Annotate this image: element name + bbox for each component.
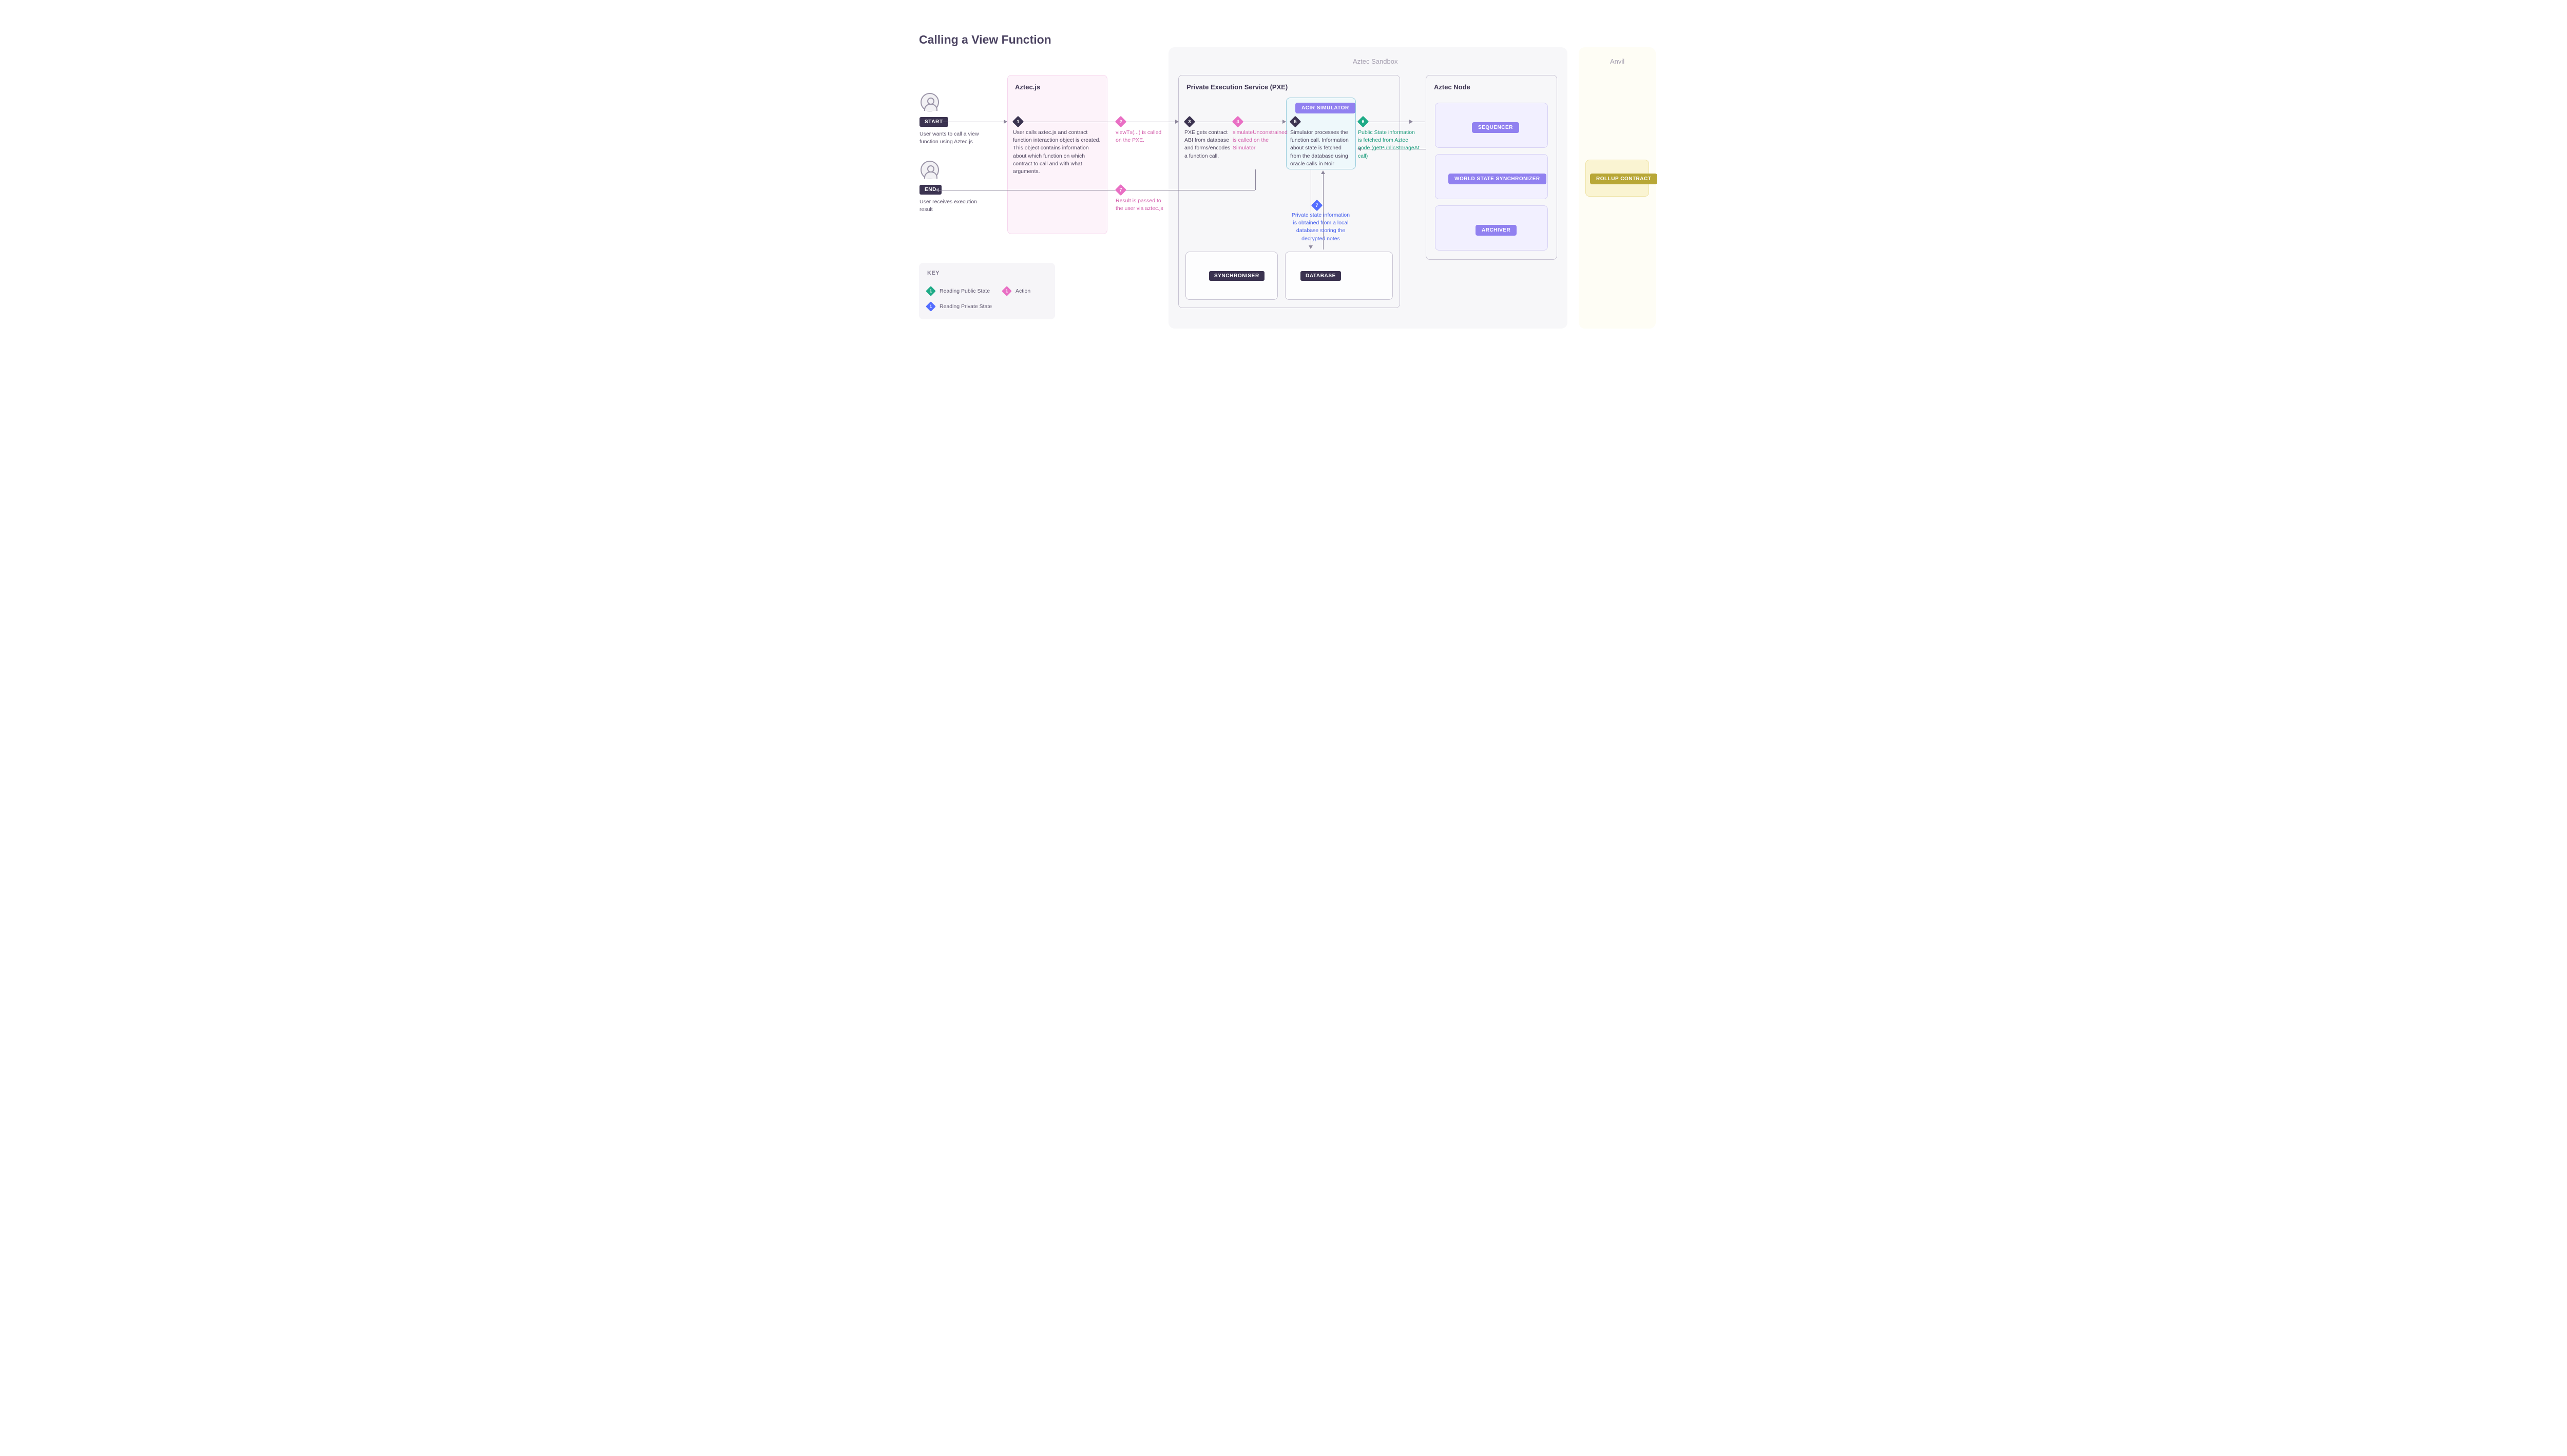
database-badge: DATABASE xyxy=(1300,271,1341,281)
rollup-badge: ROLLUP CONTRACT xyxy=(1590,174,1657,184)
step-4-text: simulateUnconstrained is called on the S… xyxy=(1233,129,1284,152)
legend-public-icon: 1 xyxy=(926,286,936,296)
arrowhead-start-1 xyxy=(1004,120,1007,124)
legend-private-icon: 1 xyxy=(926,301,936,312)
step-8-text: Result is passed to the user via aztec.j… xyxy=(1116,197,1167,213)
legend-action-icon: 1 xyxy=(1002,286,1012,296)
anvil-label: Anvil xyxy=(1610,58,1624,65)
step-2-text: viewTx(...) is called on the PXE. xyxy=(1116,129,1167,144)
arrowhead-return xyxy=(935,188,939,192)
diagram-title: Calling a View Function xyxy=(919,33,1051,47)
step-5-text: Simulator processes the function call. I… xyxy=(1290,129,1352,168)
step-3-text: PXE gets contract ABI from database and … xyxy=(1184,129,1232,160)
arrowhead-1-3 xyxy=(1175,120,1179,124)
start-caption: User wants to call a view function using… xyxy=(919,130,991,146)
step-2-marker: 2 xyxy=(1115,116,1127,128)
sandbox-label: Aztec Sandbox xyxy=(1353,58,1397,65)
synchroniser-badge: SYNCHRONISER xyxy=(1209,271,1265,281)
end-caption: User receives execution result xyxy=(919,198,991,214)
legend-action-label: Action xyxy=(1016,288,1030,294)
step-1-text: User calls aztec.js and contract functio… xyxy=(1013,129,1101,176)
arrowhead-5-6 xyxy=(1409,120,1413,124)
step-6-text: Public State information is fetched from… xyxy=(1358,129,1420,160)
diagram-canvas: Calling a View Function Aztec Sandbox An… xyxy=(880,0,1687,339)
acir-badge: ACIR SIMULATOR xyxy=(1295,103,1355,113)
pxe-title: Private Execution Service (PXE) xyxy=(1186,83,1288,91)
step-8-marker: 7 xyxy=(1115,184,1127,196)
user-start-icon xyxy=(921,93,939,111)
step-7-text: Private state information is obtained fr… xyxy=(1291,212,1350,243)
node-title: Aztec Node xyxy=(1434,83,1470,91)
user-end-icon xyxy=(921,161,939,179)
legend-private-label: Reading Private State xyxy=(940,303,992,310)
arrowhead-7-down xyxy=(1309,245,1313,249)
legend-public-label: Reading Public State xyxy=(940,288,990,294)
arrowhead-3-5 xyxy=(1282,120,1286,124)
wss-badge: WORLD STATE SYNCHRONIZER xyxy=(1448,174,1546,184)
arrowhead-7-up xyxy=(1321,170,1325,174)
legend-title: KEY xyxy=(927,270,1047,276)
sequencer-badge: SEQUENCER xyxy=(1472,122,1519,133)
legend-box: KEY 1 Reading Public State 1 Reading Pri… xyxy=(919,263,1055,319)
aztecjs-title: Aztec.js xyxy=(1015,83,1040,91)
archiver-badge: ARCHIVER xyxy=(1476,225,1517,236)
